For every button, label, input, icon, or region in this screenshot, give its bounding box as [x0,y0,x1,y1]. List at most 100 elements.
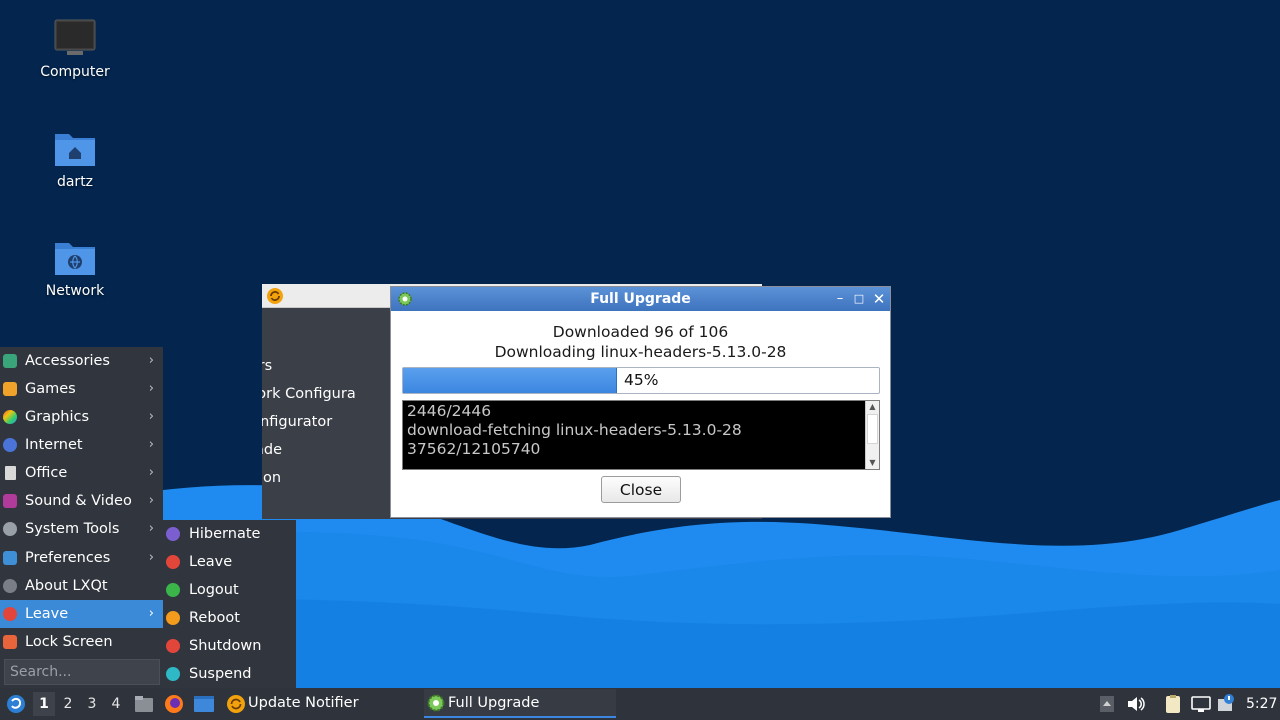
progress-fill [403,368,617,393]
terminal-log: 2446/2446 download-fetching linux-header… [402,400,880,470]
desktop-icon-home[interactable]: dartz [20,128,130,190]
menu-item-label: Leave [25,606,69,622]
menu-item-preferences[interactable]: Preferences › [0,544,163,572]
menu-item-label: Graphics [25,409,90,425]
list-item[interactable]: nod [262,492,390,514]
menu-item-label: Sound & Video [25,493,132,509]
menu-item-office[interactable]: Office › [0,459,163,487]
menu-item-label: Shutdown [189,638,262,654]
list-item[interactable]: Network Configura [262,380,390,408]
desktop-icon-computer[interactable]: Computer [20,18,130,80]
menu-item-leave[interactable]: Leave › [0,600,163,628]
menu-item-label: Leave [189,554,233,570]
menu-item-sound-video[interactable]: Sound & Video › [0,487,163,515]
sound-video-icon [3,494,17,508]
tray-expand-icon[interactable] [1099,695,1115,713]
show-desktop-icon[interactable] [193,695,215,713]
desktop-switcher-1[interactable]: 1 [33,692,55,716]
background-window-list: ngs Drivers Network Configura es Configu… [262,324,390,514]
list-item-label: es Configurator [262,414,333,430]
menu-item-label: Lock Screen [25,634,113,650]
list-item[interactable]: Drivers [262,352,390,380]
update-available-icon[interactable] [1216,693,1236,713]
internet-icon [3,438,17,452]
clock[interactable]: 5:27 [1246,688,1277,720]
menu-item-about-lxqt[interactable]: About LXQt [0,572,163,600]
desktop-icon-label: Computer [40,64,110,80]
menu-item-internet[interactable]: Internet › [0,431,163,459]
close-button[interactable]: Close [601,476,681,503]
menu-item-hibernate[interactable]: Hibernate [163,520,296,548]
scrollbar-thumb[interactable] [867,414,878,444]
task-update-notifier[interactable]: Update Notifier [224,689,414,718]
application-menu: Accessories › Games › Graphics › Interne… [0,347,163,688]
list-item[interactable]: guration [262,464,390,492]
menu-item-shutdown[interactable]: Shutdown [163,632,296,660]
volume-icon[interactable] [1126,695,1146,713]
desktop-icon-network[interactable]: Network [20,237,130,299]
menu-item-accessories[interactable]: Accessories › [0,347,163,375]
chevron-right-icon: › [148,550,154,565]
chevron-right-icon: › [148,465,154,480]
scroll-down-arrow-icon[interactable]: ▼ [866,457,879,469]
desktop-icon-label: Network [45,283,105,299]
start-menu-icon[interactable] [6,694,26,714]
list-item[interactable]: Upgrade [262,436,390,464]
dialog-titlebar[interactable]: Full Upgrade – □ ✕ [391,287,890,311]
desktop-switcher-4[interactable]: 4 [105,692,127,716]
hibernate-icon [166,527,180,541]
downloading-package-text: Downloading linux-headers-5.13.0-28 [494,343,787,361]
menu-item-reboot[interactable]: Reboot [163,604,296,632]
menu-item-system-tools[interactable]: System Tools › [0,515,163,543]
desktop[interactable]: Computer dartz Network ngs Drivers N [0,0,1280,688]
chevron-right-icon: › [148,606,154,621]
list-item[interactable]: ngs [262,324,390,352]
menu-item-suspend[interactable]: Suspend [163,660,296,688]
close-window-button[interactable]: ✕ [870,290,888,308]
desktop-switcher-3[interactable]: 3 [81,692,103,716]
accessories-icon [3,354,17,368]
log-scrollbar[interactable]: ▲ ▼ [865,401,879,469]
menu-item-label: Hibernate [189,526,261,542]
progress-percent-label: 45% [624,371,659,389]
graphics-icon [3,410,17,424]
file-manager-icon[interactable] [134,695,154,713]
menu-item-label: Preferences [25,550,111,566]
full-upgrade-dialog[interactable]: Full Upgrade – □ ✕ Downloaded 96 of 106 … [390,286,891,518]
menu-item-label: Internet [25,437,83,453]
desktop-switcher-2[interactable]: 2 [57,692,79,716]
maximize-button[interactable]: □ [850,290,868,308]
power-icon [166,555,180,569]
menu-item-logout[interactable]: Logout [163,576,296,604]
menu-item-games[interactable]: Games › [0,375,163,403]
menu-item-graphics[interactable]: Graphics › [0,403,163,431]
menu-item-leave[interactable]: Leave [163,548,296,576]
clipboard-icon[interactable] [1164,694,1182,714]
menu-item-lock-screen[interactable]: Lock Screen [0,628,163,656]
update-notifier-icon [227,695,245,713]
chevron-right-icon: › [148,521,154,536]
office-icon [5,466,16,480]
menu-item-label: Accessories [25,353,110,369]
suspend-icon [166,667,180,681]
list-item-label: guration [262,470,282,486]
logout-icon [166,583,180,597]
minimize-button[interactable]: – [831,290,849,308]
taskbar: 1 2 3 4 Update Notifier Full Upgrade 5:2… [0,688,1280,720]
gear-icon [427,694,445,712]
lock-icon [3,635,17,649]
list-item[interactable]: es Configurator [262,408,390,436]
menu-item-label: System Tools [25,521,120,537]
list-item-label: Network Configura [262,386,356,402]
menu-search-input[interactable] [4,659,160,685]
download-progress-bar: 45% [402,367,880,394]
chevron-right-icon: › [148,437,154,452]
task-full-upgrade[interactable]: Full Upgrade [424,689,616,718]
firefox-icon[interactable] [164,694,184,714]
scroll-up-arrow-icon[interactable]: ▲ [866,401,879,413]
shutdown-icon [166,639,180,653]
network-status-icon[interactable] [1191,695,1211,713]
games-icon [3,382,17,396]
preferences-icon [3,551,17,565]
about-icon [3,579,17,593]
